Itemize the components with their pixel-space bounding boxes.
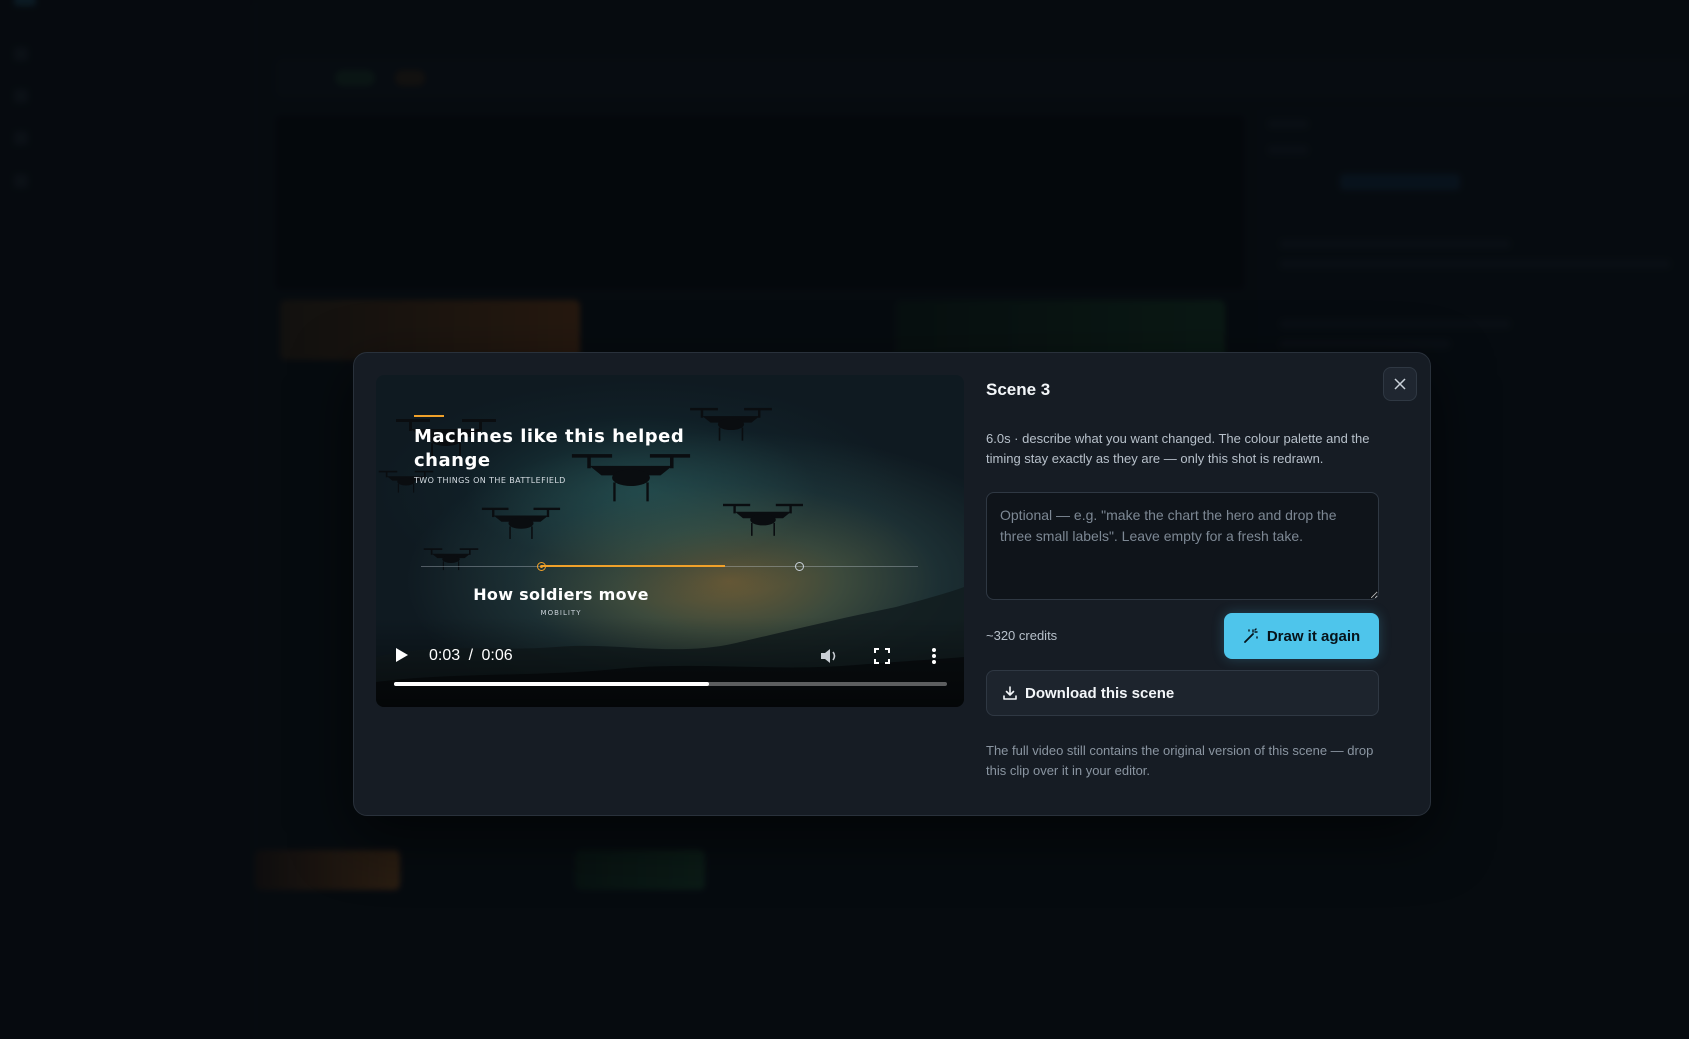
- download-icon: [1003, 686, 1017, 700]
- video-timeline-marker: [795, 562, 804, 571]
- fullscreen-icon: [874, 648, 890, 664]
- drone-silhouette: [690, 407, 772, 441]
- time-separator: /: [468, 647, 474, 664]
- redraw-scene-dialog: Machines like this helped change TWO THI…: [353, 352, 1431, 816]
- volume-icon: [821, 649, 836, 663]
- play-icon: [396, 648, 408, 662]
- video-title: Machines like this helped change: [414, 426, 685, 471]
- scene-video-player[interactable]: Machines like this helped change TWO THI…: [376, 375, 964, 707]
- duration: 0:06: [481, 647, 513, 664]
- play-button[interactable]: [394, 647, 410, 663]
- video-time-display: 0:03 / 0:06: [429, 647, 513, 665]
- draw-again-label: Draw it again: [1266, 627, 1361, 645]
- magic-wand-icon: [1243, 628, 1258, 643]
- current-time: 0:03: [429, 647, 461, 664]
- more-options-button[interactable]: [924, 646, 944, 666]
- video-caption: How soldiers move: [473, 585, 649, 604]
- more-options-icon: [932, 648, 936, 664]
- credits-cost: ~320 credits: [986, 628, 1058, 643]
- close-icon: [1394, 378, 1406, 390]
- playback-progress-fill: [394, 682, 710, 686]
- playback-progress-bar[interactable]: [394, 682, 947, 686]
- video-timeline-progress: [541, 565, 725, 567]
- video-title-accent: [414, 415, 444, 417]
- drone-silhouette: [481, 507, 561, 539]
- dialog-footnote: The full video still contains the origin…: [986, 743, 1374, 778]
- video-caption-sub: MOBILITY: [540, 609, 582, 617]
- download-scene-label: Download this scene: [1025, 684, 1175, 702]
- close-button[interactable]: [1383, 367, 1417, 401]
- dialog-title: Scene 3: [986, 380, 1051, 399]
- drone-silhouette: [423, 548, 479, 571]
- video-timeline-marker: [537, 562, 546, 571]
- draw-again-button[interactable]: Draw it again: [1224, 613, 1379, 659]
- video-subtitle: TWO THINGS ON THE BATTLEFIELD: [414, 476, 566, 485]
- dialog-description: 6.0s · describe what you want changed. T…: [986, 431, 1370, 466]
- mute-button[interactable]: [819, 646, 839, 666]
- fullscreen-button[interactable]: [872, 646, 892, 666]
- change-prompt-input[interactable]: [986, 492, 1379, 600]
- download-scene-button[interactable]: Download this scene: [986, 670, 1379, 716]
- drone-silhouette: [723, 503, 803, 536]
